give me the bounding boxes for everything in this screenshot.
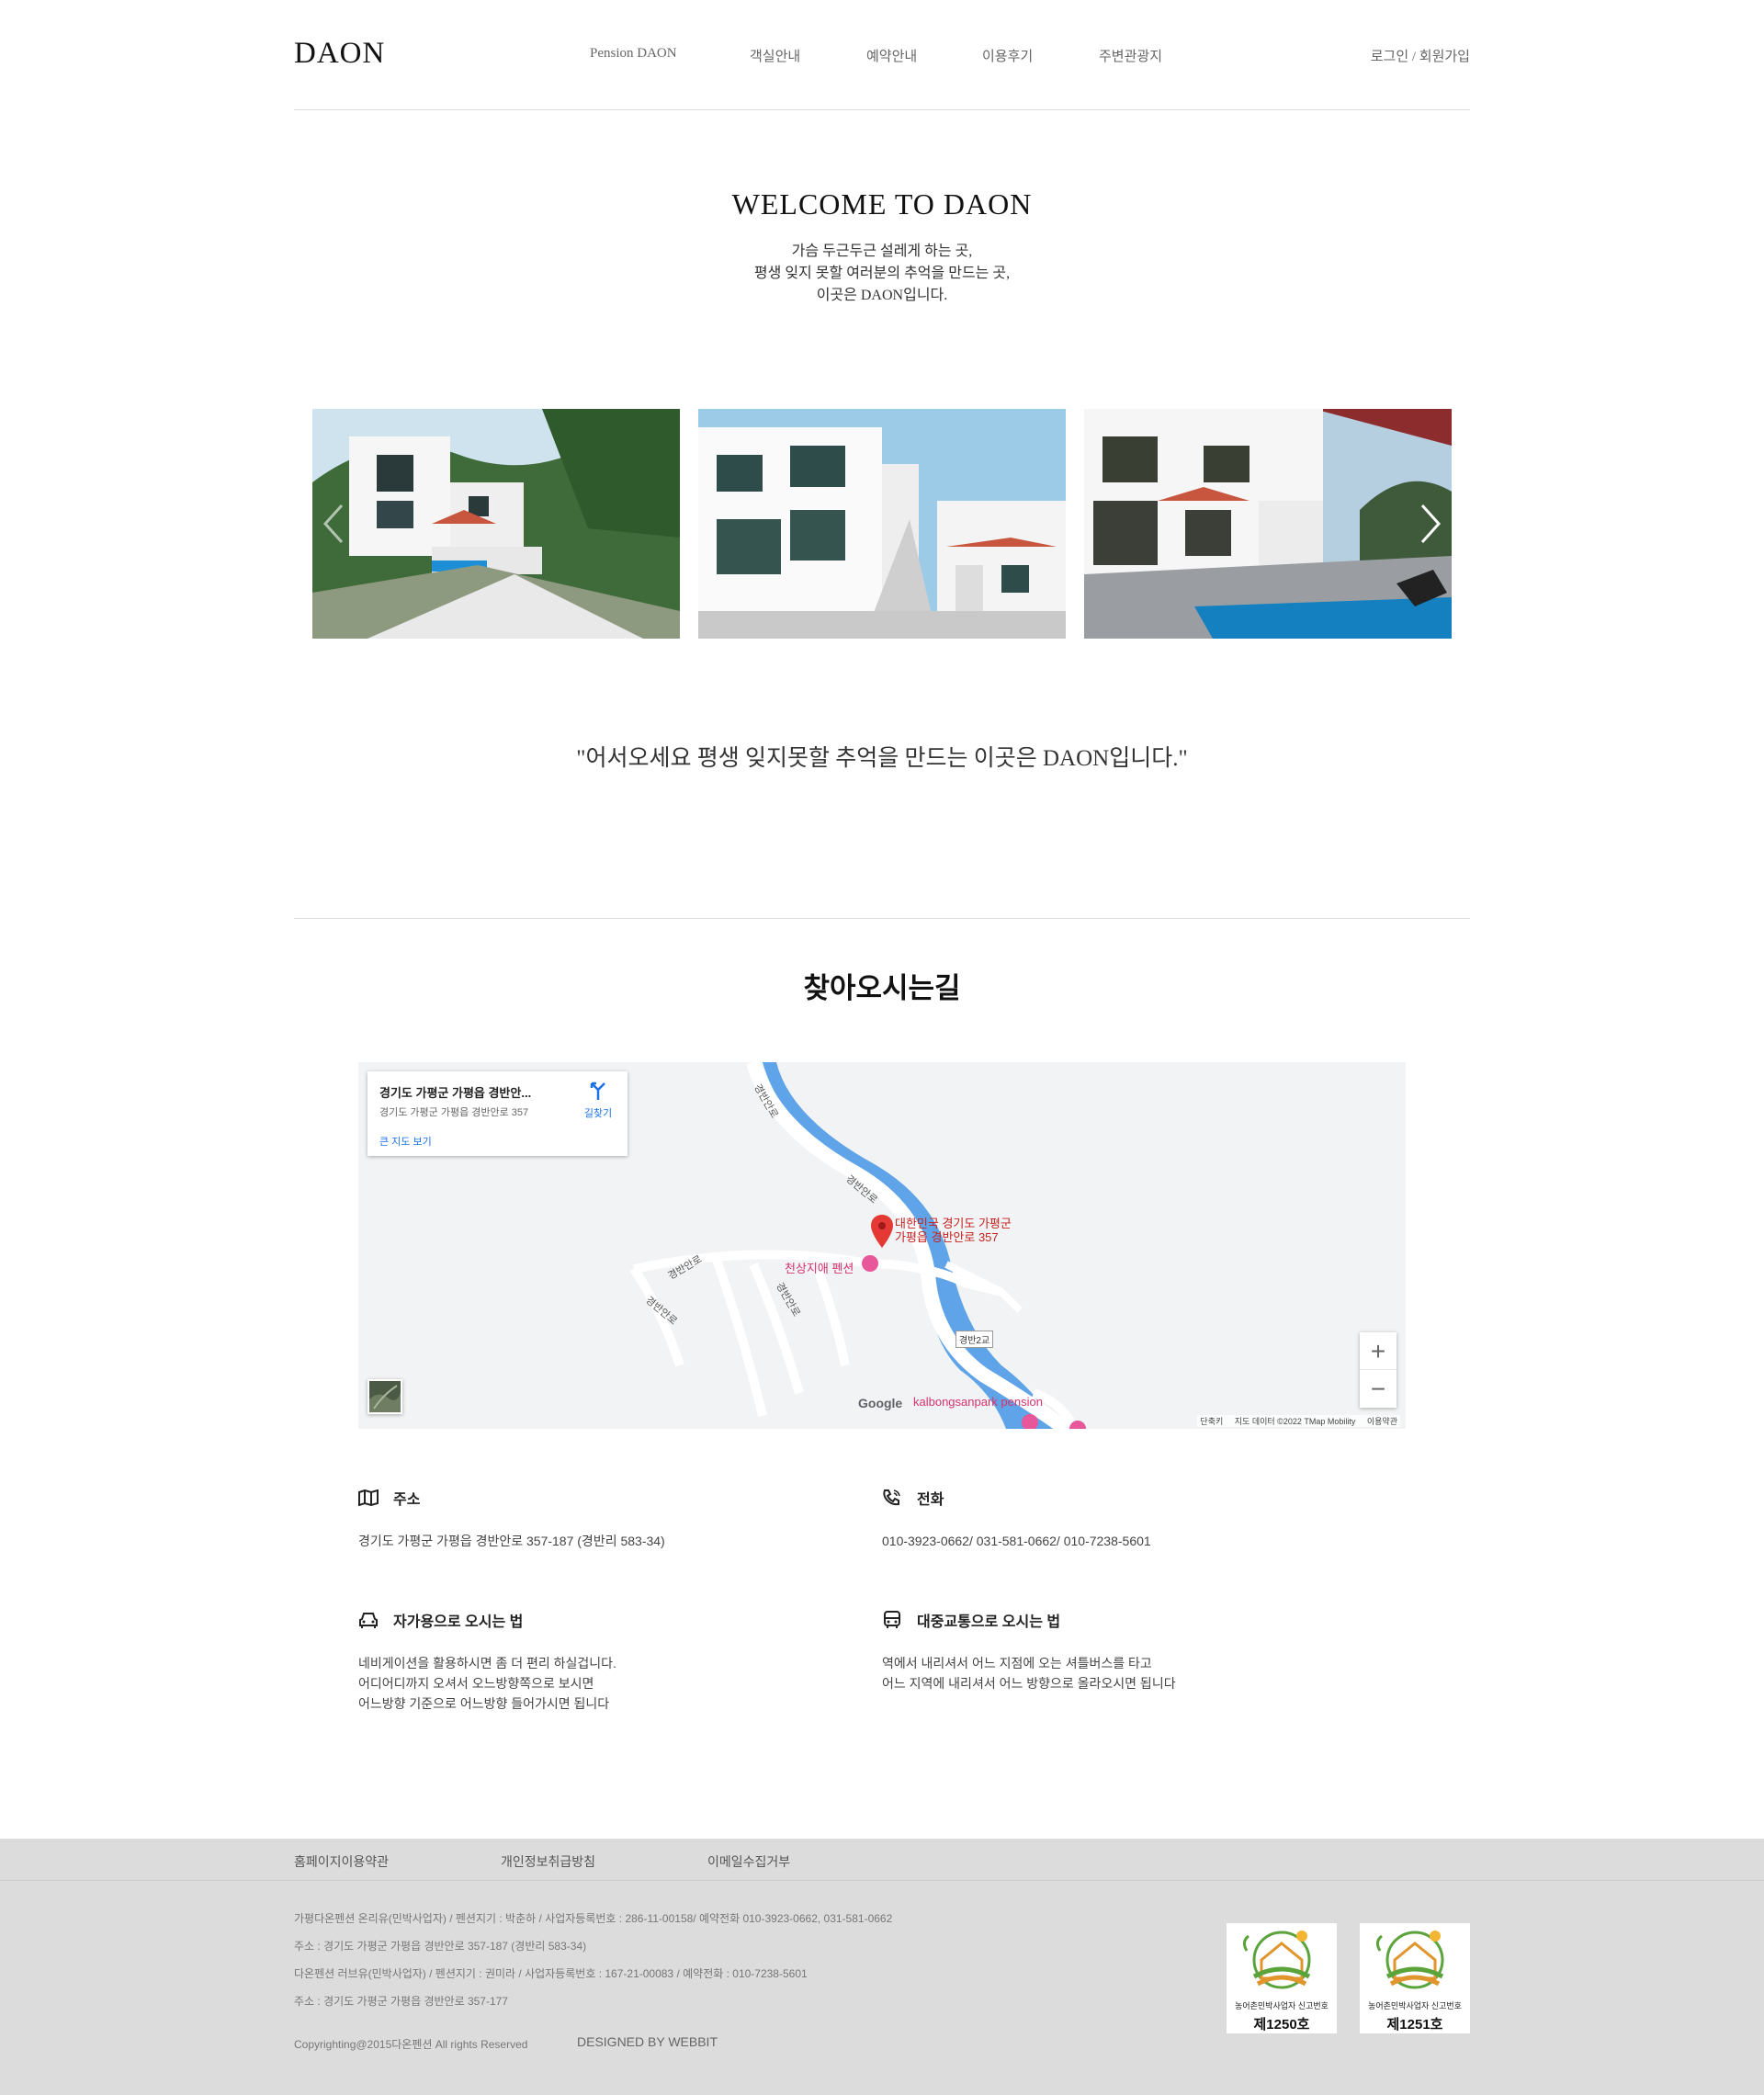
footer-copyright: Copyrighting@2015다온펜션 All rights Reserve… (294, 2038, 528, 2051)
larger-map-link[interactable]: 큰 지도 보기 (379, 1134, 432, 1149)
address-title: 주소 (393, 1492, 421, 1508)
site-logo[interactable]: DAON (294, 37, 385, 71)
chevron-right-icon (1420, 504, 1442, 544)
satellite-toggle[interactable] (368, 1379, 402, 1414)
directions-label: 길찾기 (583, 1108, 613, 1119)
terms-link[interactable]: 이용약관 (1367, 1417, 1397, 1426)
footer-link-email-refusal[interactable]: 이메일수집거부 (707, 1852, 790, 1871)
zoom-in-button[interactable]: + (1360, 1332, 1396, 1370)
pin-label-line: 대한민국 경기도 가평군 (895, 1217, 1012, 1230)
poi-label[interactable]: kalbongsanpark pension (913, 1395, 1043, 1409)
car-text-line: 어느방향 기준으로 어느방향 들어가시면 됩니다 (358, 1696, 610, 1711)
car-text-line: 네비게이션을 활용하시면 좀 더 편리 하실겁니다. (358, 1656, 616, 1670)
gallery-photo[interactable] (312, 409, 680, 639)
phone-icon (883, 1489, 900, 1506)
bridge-label: 경반2교 (956, 1331, 994, 1348)
footer-link-privacy[interactable]: 개인정보취급방침 (501, 1852, 595, 1871)
phone-block: 전화 010-3923-0662/ 031-581-0662/ 010-7238… (882, 1487, 1323, 1551)
footer-links: 홈페이지이용약관 개인정보취급방침 이메일수집거부 (0, 1839, 1764, 1881)
map-attribution: 단축키 지도 데이터 ©2022 TMap Mobility 이용약관 (1197, 1415, 1400, 1427)
badge-caption: 농어촌민박사업자 신고번호 (1235, 2001, 1329, 2010)
nav-item-pension-daon[interactable]: Pension DAON (590, 46, 677, 62)
address-block: 주소 경기도 가평군 가평읍 경반안로 357-187 (경반리 583-34) (358, 1487, 799, 1551)
badge-number: 제1251호 (1386, 2017, 1443, 2033)
gallery-photo[interactable] (698, 409, 1066, 639)
photo-gallery (312, 409, 1452, 639)
footer-address-line: 주소 : 경기도 가평군 가평읍 경반안로 357-177 (294, 1995, 508, 2008)
bus-icon (884, 1611, 900, 1628)
welcome-text: 가슴 두근두근 설레게 하는 곳, 평생 잊지 못할 여러분의 추억을 만드는 … (0, 241, 1764, 307)
welcome-line: 가슴 두근두근 설레게 하는 곳, (791, 243, 973, 259)
login-signup-link[interactable]: 로그인 / 회원가입 (1371, 46, 1470, 65)
lodging-registration-badge: 농어촌민박사업자 신고번호 제1251호 (1360, 1923, 1470, 2033)
place-title: 경기도 가평군 가평읍 경반안... (379, 1086, 532, 1100)
gallery-prev-arrow[interactable] (318, 501, 351, 547)
poi-label[interactable]: 천상지애 펜션 (785, 1259, 854, 1276)
site-footer: 홈페이지이용약관 개인정보취급방침 이메일수집거부 가평다온펜션 온리유(민박사… (0, 1839, 1764, 2095)
google-map[interactable]: 경반안로 경반안로 경반안로 경반안로 경반안로 경반2교 대한민국 경기도 가… (358, 1062, 1406, 1429)
rural-house-logo-icon (1242, 1931, 1311, 1989)
bus-text-line: 역에서 내리셔서 어느 지점에 오는 셔틀버스를 타고 (882, 1656, 1152, 1670)
lodging-registration-badge: 농어촌민박사업자 신고번호 제1250호 (1227, 1923, 1337, 2033)
badge-caption: 농어촌민박사업자 신고번호 (1368, 2001, 1462, 2010)
pin-label: 대한민국 경기도 가평군 가평읍 경반안로 357 (895, 1217, 1012, 1244)
map-pin-icon (871, 1215, 893, 1248)
footer-business-line: 가평다온펜션 온리유(민박사업자) / 펜션지기 : 박춘하 / 사업자등록번호… (294, 1912, 893, 1925)
welcome-line: 이곳은 DAON입니다. (816, 288, 948, 303)
site-header: DAON Pension DAON 객실안내 예약안내 이용후기 주변관광지 로… (294, 0, 1470, 110)
pin-label-line: 가평읍 경반안로 357 (895, 1230, 999, 1244)
welcome-quote: "어서오세요 평생 잊지못할 추억을 만드는 이곳은 DAON입니다." (576, 746, 1188, 771)
phone-title: 전화 (917, 1492, 944, 1508)
lodging-icon (1022, 1414, 1038, 1429)
map-place-card: 경기도 가평군 가평읍 경반안... 경기도 가평군 가평읍 경반안로 357 … (368, 1071, 628, 1156)
bus-title: 대중교통으로 오시는 법 (917, 1614, 1061, 1630)
gallery-photo[interactable] (1084, 409, 1452, 639)
section-divider (294, 918, 1470, 919)
welcome-line: 평생 잊지 못할 여러분의 추억을 만드는 곳, (753, 266, 1011, 281)
footer-designed-by: DESIGNED BY WEBBIT (577, 2034, 718, 2049)
chevron-left-icon (322, 504, 344, 544)
satellite-thumbnail-icon (369, 1385, 401, 1412)
car-directions-block: 자가용으로 오시는 법 네비게이션을 활용하시면 좀 더 편리 하실겁니다. 어… (358, 1609, 799, 1714)
footer-business-line: 다온펜션 러브유(민박사업자) / 펜션지기 : 권미라 / 사업자등록번호 :… (294, 1967, 808, 1980)
rural-house-logo-icon (1375, 1931, 1444, 1989)
directions-title: 찾아오시는길 (803, 972, 961, 1004)
car-title: 자가용으로 오시는 법 (393, 1614, 524, 1630)
keyboard-shortcuts-link[interactable]: 단축키 (1200, 1417, 1223, 1426)
map-pin[interactable] (871, 1215, 893, 1252)
car-text-line: 어디어디까지 오셔서 오느방향쪽으로 보시면 (358, 1676, 594, 1691)
nav-item-rooms[interactable]: 객실안내 (750, 46, 800, 65)
welcome-title: WELCOME TO DAON (731, 187, 1033, 221)
place-address: 경기도 가평군 가평읍 경반안로 357 (379, 1107, 529, 1118)
gallery-next-arrow[interactable] (1413, 501, 1446, 547)
nav-item-attractions[interactable]: 주변관광지 (1099, 46, 1162, 65)
map-data-credit: 지도 데이터 ©2022 TMap Mobility (1234, 1417, 1356, 1426)
footer-address-line: 주소 : 경기도 가평군 가평읍 경반안로 357-187 (경반리 583-3… (294, 1940, 587, 1953)
bus-text-line: 어느 지역에 내리셔서 어느 방향으로 올라오시면 됩니다 (882, 1676, 1176, 1691)
nav-item-reviews[interactable]: 이용후기 (982, 46, 1033, 65)
zoom-out-button[interactable]: − (1360, 1370, 1396, 1408)
google-logo: Google (858, 1396, 903, 1410)
car-icon (359, 1613, 378, 1628)
map-icon (358, 1489, 379, 1506)
zoom-controls: + − (1360, 1332, 1396, 1408)
directions-button[interactable]: 길찾기 (575, 1081, 621, 1120)
phone-text: 010-3923-0662/ 031-581-0662/ 010-7238-56… (882, 1534, 1151, 1548)
lodging-icon (862, 1255, 878, 1272)
address-text: 경기도 가평군 가평읍 경반안로 357-187 (경반리 583-34) (358, 1534, 665, 1548)
nav-item-reservation[interactable]: 예약안내 (866, 46, 917, 65)
directions-icon (590, 1081, 605, 1100)
footer-link-terms[interactable]: 홈페이지이용약관 (294, 1852, 389, 1871)
badge-number: 제1250호 (1253, 2017, 1310, 2033)
bus-directions-block: 대중교통으로 오시는 법 역에서 내리셔서 어느 지점에 오는 셔틀버스를 타고… (882, 1609, 1323, 1693)
